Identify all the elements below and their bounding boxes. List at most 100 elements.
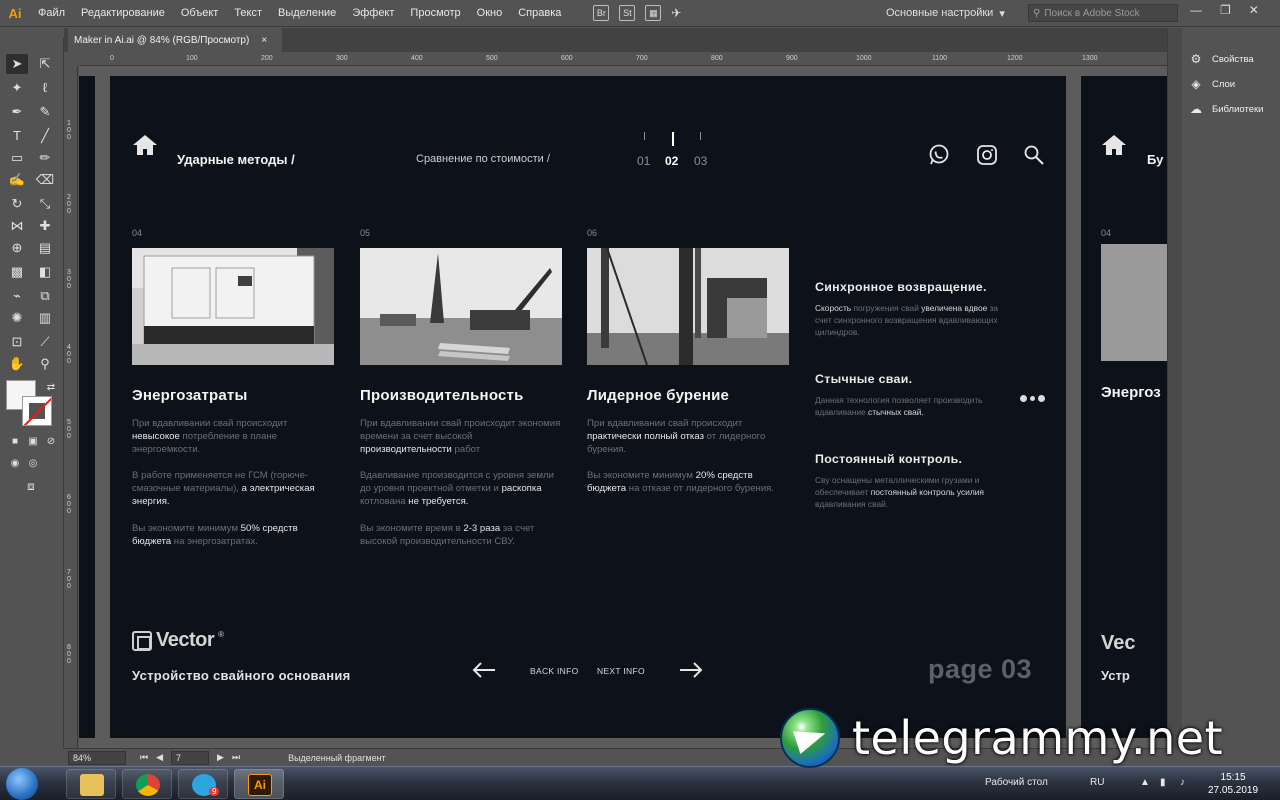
search-icon: ⚲ [1033, 7, 1041, 19]
language-indicator[interactable]: RU [1090, 777, 1104, 788]
panel-tab-layers[interactable]: ◈ Слои [1188, 77, 1235, 91]
shape-builder-tool-icon[interactable]: ⊕ [6, 238, 28, 258]
symbol-sprayer-tool-icon[interactable]: ✺ [6, 308, 28, 328]
screen-mode-icon[interactable]: ⧈ [20, 476, 42, 496]
volume-icon[interactable]: ♪ [1180, 777, 1185, 788]
menu-type[interactable]: Текст [226, 7, 270, 19]
close-tab-icon[interactable]: × [261, 35, 267, 46]
ruler-mark: 300 [67, 269, 71, 290]
scale-tool-icon[interactable]: ⤡ [34, 194, 56, 214]
menu-window[interactable]: Окно [469, 7, 511, 19]
blend-tool-icon[interactable]: ⧉ [34, 286, 56, 306]
swap-fill-stroke-icon[interactable]: ⇄ [40, 378, 62, 398]
menu-effect[interactable]: Эффект [344, 7, 402, 19]
draw-behind-icon[interactable]: ◎ [22, 454, 44, 474]
rectangle-tool-icon[interactable]: ▭ [6, 148, 28, 168]
right-panel-dock: ⚙ Свойства ◈ Слои ☁ Библиотеки [1167, 28, 1280, 748]
workspace-label: Основные настройки [886, 7, 994, 19]
perspective-grid-tool-icon[interactable]: ▤ [34, 238, 56, 258]
mesh-tool-icon[interactable]: ▩ [6, 262, 28, 282]
none-mode-icon[interactable]: ⊘ [40, 432, 62, 452]
vector-logo-mark [132, 630, 152, 651]
start-button[interactable] [6, 768, 38, 800]
arrow-right-icon [680, 662, 703, 678]
highlight-span: стычных свай. [868, 407, 924, 417]
menu-view[interactable]: Просмотр [402, 7, 468, 19]
next-artboard-icon[interactable]: ▶ [217, 752, 224, 763]
curvature-tool-icon[interactable]: ✎ [34, 102, 56, 122]
restore-icon[interactable]: ❐ [1220, 3, 1231, 17]
panel-label: Библиотеки [1212, 103, 1264, 115]
menu-select[interactable]: Выделение [270, 7, 344, 19]
network-icon[interactable]: ▮ [1160, 777, 1166, 788]
magic-wand-tool-icon[interactable]: ✦ [6, 78, 28, 98]
illustrator-logo: Ai [8, 5, 22, 21]
width-tool-icon[interactable]: ⋈ [6, 216, 28, 236]
type-tool-icon[interactable]: T [6, 126, 28, 146]
ruler-mark: 200 [261, 55, 273, 62]
slice-tool-icon[interactable]: ⟋ [34, 332, 56, 352]
back-info-label: BACK INFO [530, 666, 579, 676]
feature-title: Синхронное возвращение. [815, 280, 987, 294]
stroke-color-swatch[interactable] [22, 396, 52, 426]
menu-edit[interactable]: Редактирование [73, 7, 173, 19]
panel-tab-libraries[interactable]: ☁ Библиотеки [1188, 102, 1263, 116]
text-span: на энергозатратах. [171, 535, 258, 547]
canvas-area[interactable]: Ударные методы / Сравнение по стоимости … [79, 66, 1167, 748]
artboard-number-input[interactable]: 7 [171, 750, 210, 765]
panel-tab-properties[interactable]: ⚙ Свойства [1188, 52, 1254, 66]
selection-tool-icon[interactable]: ➤ [6, 54, 28, 74]
artboard[interactable]: Ударные методы / Сравнение по стоимости … [110, 76, 1066, 738]
artboard-tool-icon[interactable]: ⊡ [6, 332, 28, 352]
feature-item: Стычные сваи. Данная технология позволяе… [815, 372, 1005, 418]
shaper-tool-icon[interactable]: ✍ [6, 170, 28, 190]
pen-tool-icon[interactable]: ✒ [6, 102, 28, 122]
hand-tool-icon[interactable]: ✋ [6, 354, 28, 374]
feature-item: Постоянный контроль. Сву оснащены металл… [815, 452, 1005, 510]
bridge-icon[interactable]: Br [593, 5, 610, 21]
menu-help[interactable]: Справка [510, 7, 569, 19]
highlight-span: практически полный отказ [587, 430, 704, 442]
panel-collapse-strip[interactable] [1168, 28, 1182, 748]
column-graph-tool-icon[interactable]: ▥ [34, 308, 56, 328]
stock-search-input[interactable]: ⚲ Поиск в Adobe Stock [1028, 4, 1178, 22]
ruler-mark: 400 [411, 55, 423, 62]
taskbar-explorer[interactable] [66, 769, 116, 799]
eyedropper-tool-icon[interactable]: ⌁ [6, 286, 28, 306]
next-artboard[interactable]: Бу 04 Энергоз Vec Устр [1081, 76, 1167, 738]
highlight-span: производительности [360, 443, 452, 455]
zoom-select[interactable]: 84% [68, 750, 126, 765]
system-clock[interactable]: 15:15 27.05.2019 [1208, 771, 1258, 797]
workspace-switcher[interactable]: Основные настройки ▾ [880, 4, 1020, 22]
minimize-icon[interactable]: — [1190, 3, 1202, 17]
lasso-tool-icon[interactable]: ℓ [34, 78, 56, 98]
pager: 01 02 03 [634, 132, 714, 172]
breadcrumb-partial: Бу [1147, 152, 1164, 167]
stock-icon[interactable]: St [619, 5, 636, 21]
gradient-tool-icon[interactable]: ◧ [34, 262, 56, 282]
previous-artboard-icon[interactable]: ◀ [156, 752, 163, 763]
taskbar-chrome[interactable] [122, 769, 172, 799]
menu-file[interactable]: Файл [30, 7, 73, 19]
rotate-tool-icon[interactable]: ↻ [6, 194, 28, 214]
eraser-tool-icon[interactable]: ⌫ [34, 170, 56, 190]
ruler-mark: 400 [67, 344, 71, 365]
desktop-toolbar-label[interactable]: Рабочий стол [985, 777, 1048, 788]
line-tool-icon[interactable]: ╱ [34, 126, 56, 146]
taskbar-telegram[interactable]: 9 [178, 769, 228, 799]
puppet-warp-tool-icon[interactable]: ✚ [34, 216, 56, 236]
menu-object[interactable]: Объект [173, 7, 226, 19]
taskbar-illustrator[interactable]: Ai [234, 769, 284, 799]
gpu-performance-icon[interactable]: ✈ [671, 6, 681, 20]
direct-selection-tool-icon[interactable]: ⇱ [34, 54, 56, 74]
arrange-documents-icon[interactable]: ▦ [645, 5, 662, 21]
paintbrush-tool-icon[interactable]: ✏ [34, 148, 56, 168]
document-tab[interactable]: Maker in Ai.ai @ 84% (RGB/Просмотр) × [68, 28, 282, 52]
text-span: Вы экономите время в [360, 522, 461, 534]
zoom-tool-icon[interactable]: ⚲ [34, 354, 56, 374]
tray-expand-icon[interactable]: ▲ [1140, 777, 1150, 788]
last-artboard-icon[interactable]: ⏭ [232, 752, 240, 763]
close-icon[interactable]: ✕ [1249, 3, 1259, 17]
ruler-mark: 800 [67, 644, 71, 665]
first-artboard-icon[interactable]: ⏮ [140, 752, 148, 763]
